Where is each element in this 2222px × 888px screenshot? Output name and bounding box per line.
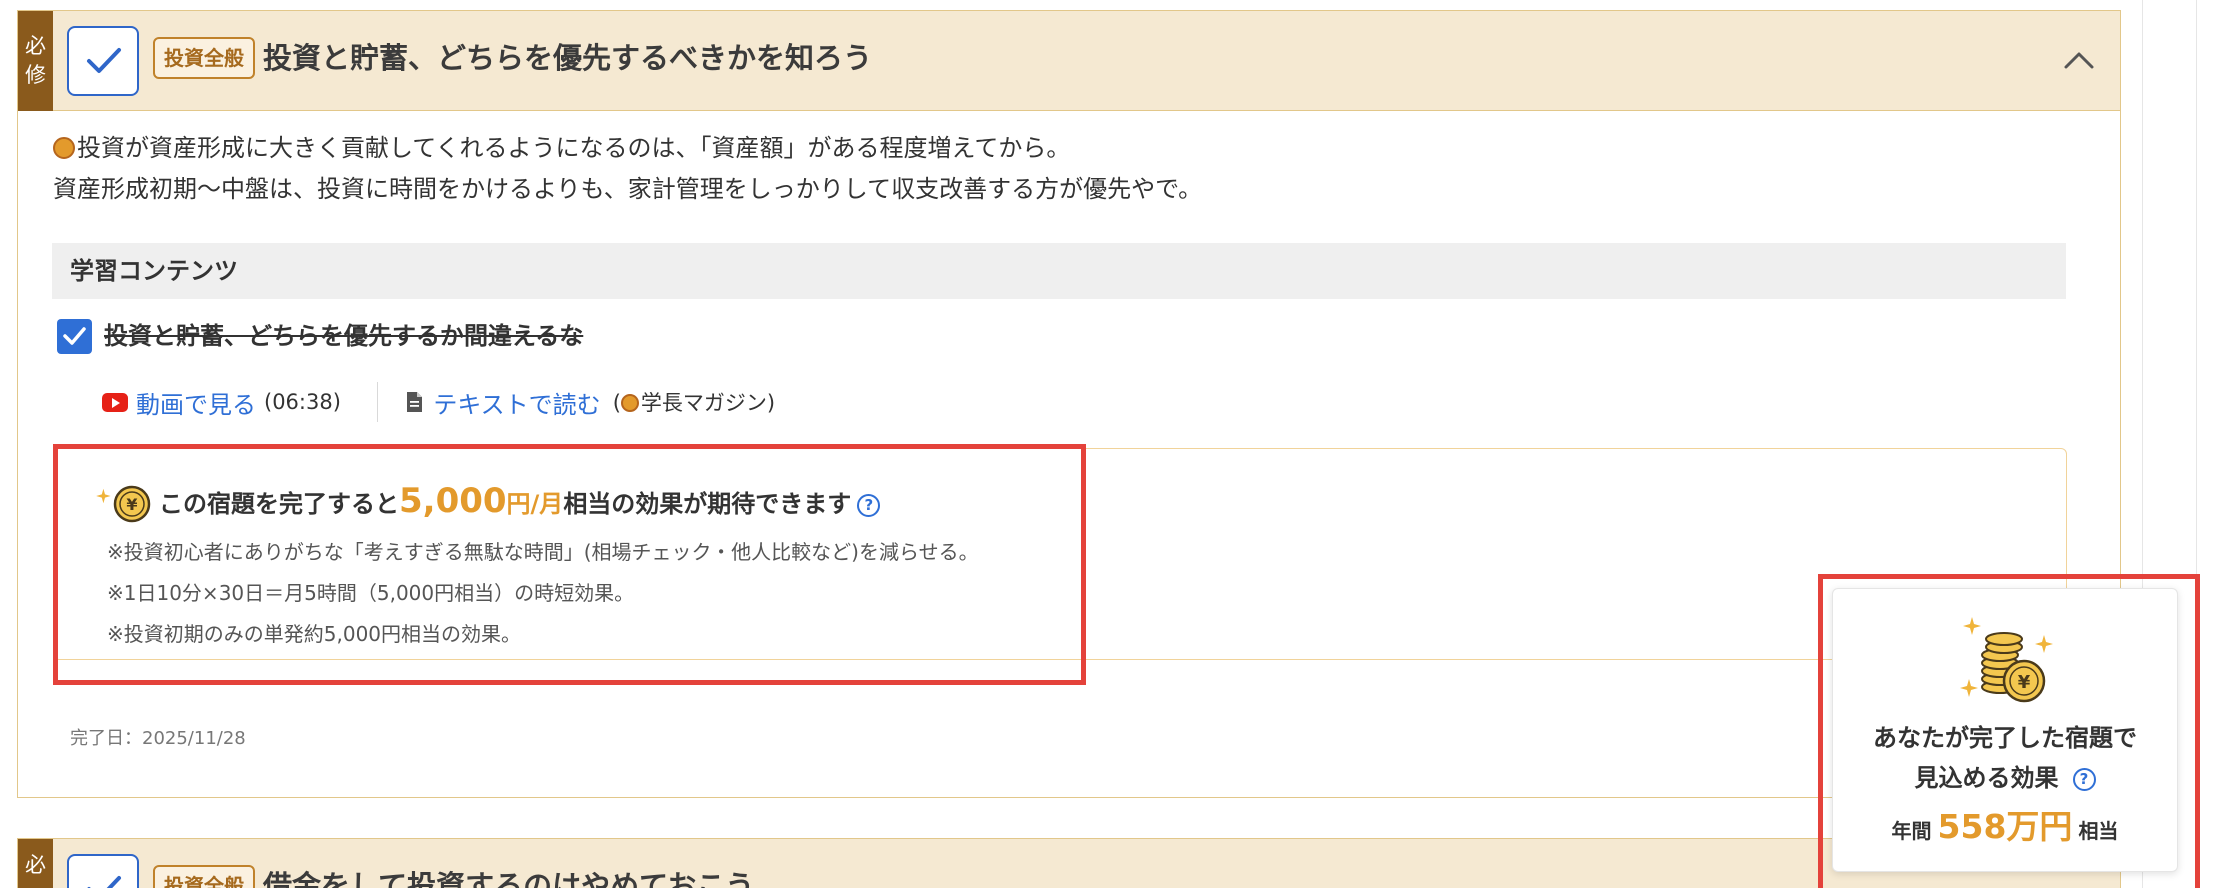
text-source-label: 学長マガジン	[640, 391, 767, 415]
text-link[interactable]: テキストで読む	[433, 385, 600, 420]
effect-highlight-frame	[53, 444, 1086, 685]
required-char-1: 必	[25, 853, 46, 877]
intro-line-2: 資産形成初期〜中盤は、投資に時間をかけるよりも、家計管理をしっかりして収支改善す…	[53, 175, 1203, 203]
text-source: (学長マガジン)	[612, 391, 776, 415]
required-char-2: 修	[25, 63, 46, 87]
completed-date: 完了日：2025/11/28	[70, 728, 246, 749]
video-link[interactable]: 動画で見る	[136, 385, 256, 420]
content-checkbox[interactable]	[57, 319, 92, 354]
task-title[interactable]: 借金をして投資するのはやめておこう	[263, 865, 754, 888]
document-icon	[407, 392, 423, 412]
owl-emoji-icon	[620, 394, 639, 412]
task-complete-checkbox[interactable]	[67, 854, 139, 888]
required-char-1: 必	[25, 34, 46, 58]
link-divider	[376, 382, 379, 422]
check-icon	[87, 876, 121, 888]
task-header[interactable]: 必 修 投資全般 投資と貯蓄、どちらを優先するべきかを知ろう	[18, 11, 2120, 111]
content-links: 動画で見る (06:38) テキストで読む (学長マガジン)	[102, 382, 775, 422]
content-title: 投資と貯蓄、どちらを優先するか間違えるな	[104, 322, 584, 350]
task-card: 必 投資全般 借金をして投資するのはやめておこう	[17, 838, 2121, 888]
task-title: 投資と貯蓄、どちらを優先するべきかを知ろう	[263, 41, 873, 75]
check-icon	[87, 48, 121, 73]
section-label: 学習コンテンツ	[52, 243, 2066, 299]
intro-line-1: 投資が資産形成に大きく貢献してくれるようになるのは、「資産額」がある程度増えてか…	[77, 134, 1071, 162]
chevron-up-icon[interactable]	[2062, 47, 2096, 73]
category-badge: 投資全般	[153, 865, 255, 888]
widget-highlight-frame	[1818, 574, 2200, 888]
task-complete-checkbox[interactable]	[67, 26, 139, 96]
required-tab: 必	[18, 839, 53, 888]
check-icon	[63, 327, 86, 345]
task-intro: 投資が資産形成に大きく貢献してくれるようになるのは、「資産額」がある程度増えてか…	[53, 128, 1202, 210]
owl-emoji-icon	[53, 137, 75, 159]
required-tab: 必 修	[18, 11, 53, 111]
category-badge: 投資全般	[153, 37, 255, 79]
video-duration: (06:38)	[264, 390, 341, 414]
youtube-icon	[102, 392, 128, 412]
